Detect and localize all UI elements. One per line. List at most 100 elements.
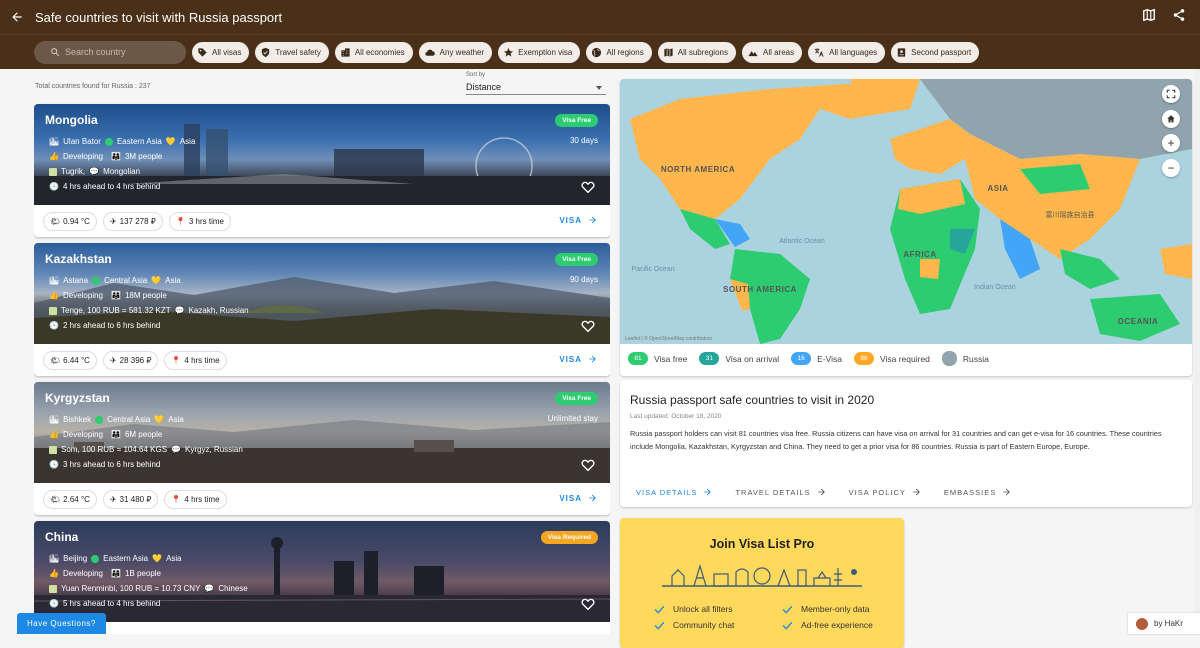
chip-all-languages[interactable]: All languages bbox=[808, 41, 886, 63]
pro-feature: Member-only data bbox=[782, 604, 870, 614]
currency: Tugrik, bbox=[61, 167, 86, 176]
favorite-heart-icon[interactable] bbox=[581, 597, 595, 610]
sort-select[interactable]: Sort by Distance bbox=[466, 72, 606, 95]
map-icon[interactable] bbox=[1142, 8, 1156, 22]
zoom-in-button[interactable]: + bbox=[1162, 134, 1180, 152]
visa-link[interactable]: VISA bbox=[559, 215, 598, 225]
minus-icon: − bbox=[1167, 161, 1175, 175]
people-icon: 👨‍👩‍👧 bbox=[111, 291, 121, 300]
arrow-forward-icon bbox=[1003, 488, 1011, 496]
legend-visa-required[interactable]: 86 Visa required bbox=[853, 352, 930, 365]
population: 3M people bbox=[124, 152, 163, 161]
arrow-forward-icon bbox=[589, 355, 596, 363]
visa-link[interactable]: VISA bbox=[559, 354, 598, 364]
legend-visa-free[interactable]: 81 Visa free bbox=[628, 352, 687, 365]
country-card[interactable]: Mongolia Visa Free 30 days 🏙 Ulan Bator Ea… bbox=[34, 104, 610, 237]
chip-any-weather[interactable]: Any weather bbox=[418, 41, 493, 63]
check-icon bbox=[654, 621, 665, 630]
country-name: Kazakhstan bbox=[45, 252, 112, 266]
home-icon bbox=[1167, 115, 1175, 123]
world-map[interactable]: NORTH AMERICA SOUTH AMERICA AFRICA ASIA … bbox=[620, 79, 1192, 344]
capital-name: Bishkek bbox=[63, 415, 92, 424]
chip-travel-safety[interactable]: Travel safety bbox=[255, 41, 329, 63]
timezone: 5 hrs ahead to 4 hrs behind bbox=[62, 599, 161, 608]
pin-icon: 📍 bbox=[171, 355, 182, 365]
chip-all-areas[interactable]: All areas bbox=[741, 41, 803, 63]
embassies-link[interactable]: EMBASSIES bbox=[944, 487, 1012, 497]
filter-bar: Search country All visas Travel safety A… bbox=[0, 34, 1200, 69]
globe-icon bbox=[92, 276, 101, 285]
pin-icon: 📍 bbox=[171, 494, 182, 504]
timezone: 2 hrs ahead to 6 hrs behind bbox=[62, 321, 161, 330]
visa-status-badge: Visa Required bbox=[540, 531, 598, 544]
visa-status-badge: Visa Free bbox=[555, 392, 598, 405]
population: 6M people bbox=[124, 430, 163, 439]
language: Chinese bbox=[218, 584, 248, 593]
country-card[interactable]: China Visa Required 🏙 Beijing Eastern Asia… bbox=[34, 521, 610, 634]
capital-name: Ulan Bator bbox=[63, 137, 101, 146]
chip-exemption-visa[interactable]: Exemption visa bbox=[498, 41, 581, 63]
stay-duration: 30 days bbox=[569, 136, 598, 145]
legend-visa-on-arrival[interactable]: 31 Visa on arrival bbox=[699, 352, 779, 365]
heart-emoji-icon: 💛 bbox=[165, 137, 176, 146]
money-icon bbox=[49, 167, 57, 176]
country-photo: China Visa Required 🏙 Beijing Eastern Asia… bbox=[34, 521, 610, 622]
currency: Tenge, 100 RUB = 581.32 KZT bbox=[61, 306, 171, 315]
translate-icon bbox=[814, 47, 824, 57]
temperature-pill: 🌤 0.94 °C bbox=[43, 211, 97, 231]
country-name: Mongolia bbox=[45, 113, 98, 127]
have-questions-button[interactable]: Have Questions? bbox=[17, 613, 106, 634]
scrollbar[interactable] bbox=[1194, 69, 1200, 634]
continent: Asia bbox=[168, 415, 184, 424]
chat-icon: 💬 bbox=[171, 445, 182, 454]
pro-title: Join Visa List Pro bbox=[709, 537, 815, 551]
search-input[interactable]: Search country bbox=[34, 40, 186, 64]
globe-icon bbox=[95, 415, 104, 424]
pro-promo-card[interactable]: Join Visa List Pro Unlock all filters Me… bbox=[620, 518, 904, 648]
chip-all-visas[interactable]: All visas bbox=[192, 41, 250, 63]
back-button[interactable] bbox=[0, 0, 34, 34]
sun-icon: 🌤 bbox=[50, 216, 61, 226]
chip-all-economies[interactable]: All economies bbox=[334, 41, 413, 63]
chip-second-passport[interactable]: Second passport bbox=[891, 41, 980, 63]
share-icon[interactable] bbox=[1172, 8, 1186, 22]
chip-all-regions[interactable]: All regions bbox=[586, 41, 652, 63]
heart-emoji-icon: 💛 bbox=[151, 276, 162, 285]
legend-russia[interactable]: Russia bbox=[941, 351, 989, 366]
country-photo: Mongolia Visa Free 30 days 🏙 Ulan Bator Ea… bbox=[34, 104, 610, 205]
country-card[interactable]: Kyrgyzstan Visa Free Unlimited stay 🏙 Bis… bbox=[34, 382, 610, 515]
visa-details-link[interactable]: VISA DETAILS bbox=[636, 487, 713, 497]
chip-all-subregions[interactable]: All subregions bbox=[657, 41, 736, 63]
chat-icon: 💬 bbox=[89, 167, 100, 176]
fullscreen-button[interactable] bbox=[1162, 85, 1180, 103]
sun-icon: 🌤 bbox=[50, 494, 61, 504]
home-button[interactable] bbox=[1162, 110, 1180, 128]
country-card[interactable]: Kazakhstan Visa Free 90 days 🏙 Astana Cent… bbox=[34, 243, 610, 376]
check-icon bbox=[782, 621, 793, 630]
clock-icon: 🕓 bbox=[49, 460, 59, 469]
travel-details-link[interactable]: TRAVEL DETAILS bbox=[735, 487, 826, 497]
money-icon bbox=[49, 584, 57, 593]
hakr-credit[interactable]: by HaKr bbox=[1128, 613, 1200, 634]
language: Kyrgyz, Russian bbox=[185, 445, 243, 454]
country-list: Total countries found for Russia : 237 S… bbox=[34, 69, 610, 634]
map-label-south-america: SOUTH AMERICA bbox=[723, 285, 797, 294]
legend-e-visa[interactable]: 16 E-Visa bbox=[791, 352, 842, 365]
visa-link[interactable]: VISA bbox=[559, 493, 598, 503]
chat-icon: 💬 bbox=[174, 306, 185, 315]
favorite-heart-icon[interactable] bbox=[581, 319, 595, 332]
population: 1B people bbox=[124, 569, 161, 578]
economy-status: Developing bbox=[62, 152, 103, 161]
pin-icon: 📍 bbox=[175, 216, 186, 226]
temperature-pill: 🌤 2.64 °C bbox=[43, 489, 97, 509]
language: Kazakh, Russian bbox=[188, 306, 249, 315]
zoom-out-button[interactable]: − bbox=[1162, 159, 1180, 177]
flight-cost-pill: ✈ 28 396 ₽ bbox=[102, 350, 159, 370]
passport-icon bbox=[897, 47, 906, 57]
map-attribution: Leaflet | © OpenStreetMap contributors bbox=[625, 335, 712, 342]
subregion: Central Asia bbox=[107, 415, 151, 424]
favorite-heart-icon[interactable] bbox=[581, 458, 595, 471]
globe-icon bbox=[104, 137, 113, 146]
favorite-heart-icon[interactable] bbox=[581, 180, 595, 193]
visa-policy-link[interactable]: VISA POLICY bbox=[849, 487, 922, 497]
